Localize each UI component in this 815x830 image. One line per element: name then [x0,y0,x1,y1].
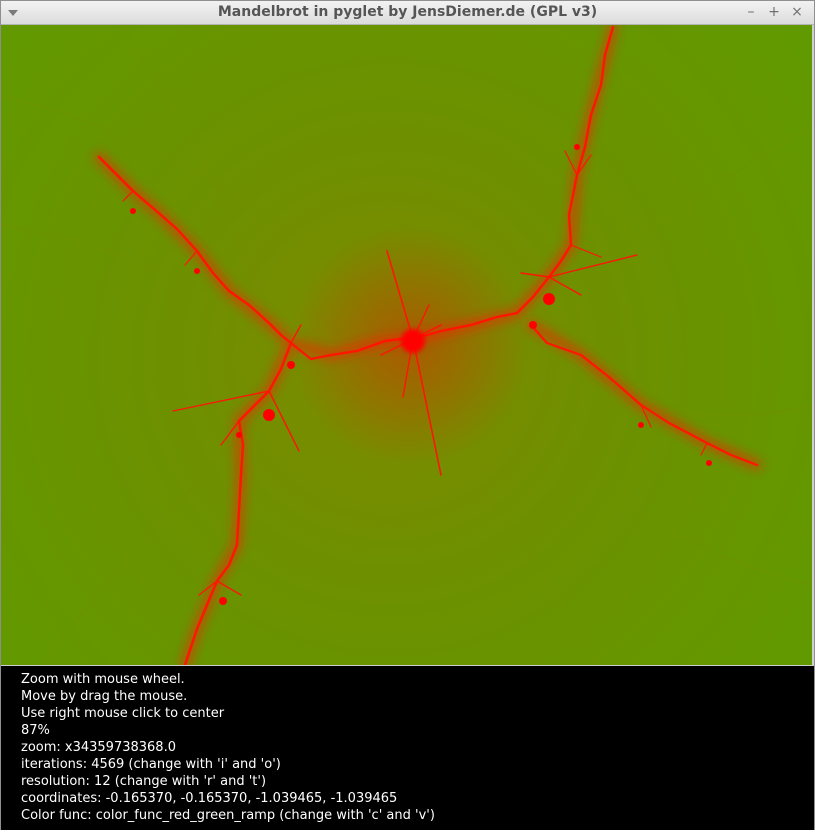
fractal-render [1,25,812,665]
coordinates-text: coordinates: -0.165370, -0.165370, -1.03… [21,791,398,806]
maximize-button[interactable]: + [766,4,782,20]
title-bar[interactable]: Mandelbrot in pyglet by JensDiemer.de (G… [1,1,814,25]
help-zoom-text: Zoom with mouse wheel. [21,672,185,687]
iterations-text: iterations: 4569 (change with 'i' and 'o… [21,757,281,772]
close-button[interactable]: × [789,4,805,20]
minimize-button[interactable]: – [743,4,759,20]
mandelbrot-canvas[interactable] [1,25,814,665]
help-center-text: Use right mouse click to center [21,706,225,721]
progress-text: 87% [21,723,50,738]
help-move-text: Move by drag the mouse. [21,689,188,704]
color-func-text: Color func: color_func_red_green_ramp (c… [21,808,435,823]
zoom-text: zoom: x34359738368.0 [21,740,176,755]
app-window: Mandelbrot in pyglet by JensDiemer.de (G… [0,0,815,830]
info-panel: Zoom with mouse wheel. Move by drag the … [1,665,814,830]
window-title: Mandelbrot in pyglet by JensDiemer.de (G… [217,4,598,20]
resolution-text: resolution: 12 (change with 'r' and 't') [21,774,267,789]
